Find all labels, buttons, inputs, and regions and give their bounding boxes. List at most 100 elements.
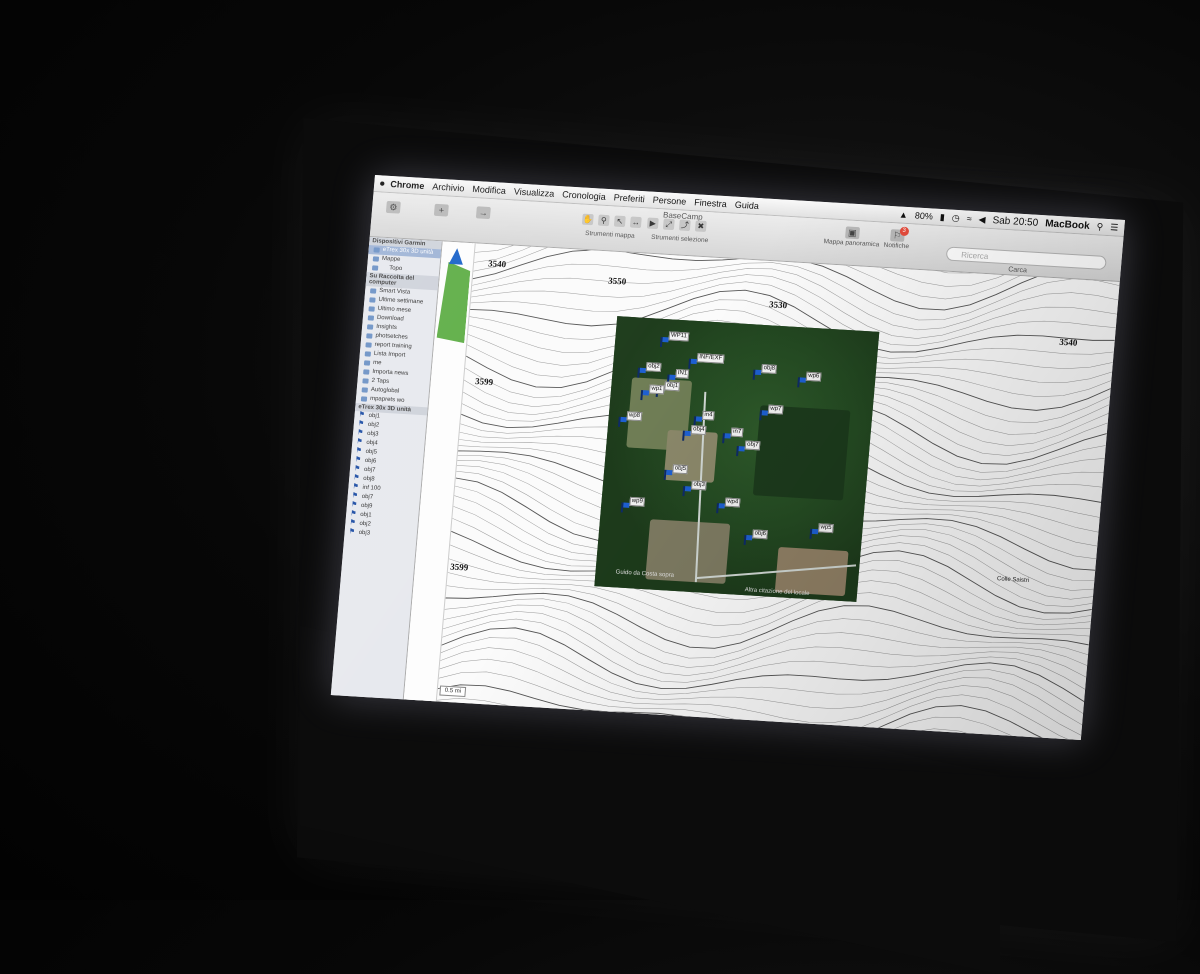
gear-icon: ⚙	[385, 200, 401, 214]
play-icon[interactable]: ▶	[646, 217, 659, 230]
flag-icon	[621, 502, 630, 512]
waypoint-label: obj2	[645, 362, 662, 373]
laptop-screen: ● Chrome Archivio Modifica Visualizza Cr…	[330, 175, 1125, 740]
flag-icon	[722, 433, 731, 443]
elevation-label: 3599	[474, 376, 494, 388]
new-item-button[interactable]: +	[433, 203, 449, 218]
library-list: Smart Vista Ultime settimane Ultimo mese Do…	[356, 286, 438, 407]
search-placeholder: Ricerca	[960, 250, 989, 262]
battery-percent[interactable]: 80%	[914, 210, 933, 221]
flag-icon	[618, 417, 627, 427]
waypoint-label: obj4	[690, 425, 707, 436]
expand-icon[interactable]: ⤢	[662, 218, 675, 231]
clock[interactable]: Sab 20:50	[992, 215, 1039, 229]
flag-icon	[688, 359, 697, 369]
elevation-label: 3540	[1058, 336, 1078, 348]
contour-line	[438, 618, 1089, 692]
flag-icon	[716, 503, 725, 513]
notifications-badge: 3	[899, 226, 909, 237]
overview-map-label: Mappa panoramica	[823, 238, 880, 249]
send-button[interactable]: →	[475, 206, 491, 220]
waypoint-label: wp4	[724, 497, 741, 508]
route-icon[interactable]: ⤴	[678, 219, 691, 232]
map-tools-group: ✋ ⚲ ↖ ↔	[581, 213, 642, 229]
flag-icon	[759, 410, 768, 420]
pointer-icon[interactable]: ↖	[613, 215, 626, 228]
notifications-button[interactable]: ⚐ 3 Notifiche	[883, 226, 910, 251]
flag-icon	[660, 337, 669, 347]
volume-icon[interactable]: ◀	[978, 214, 986, 225]
device-button[interactable]: ⚙	[385, 200, 401, 215]
waypoint-label: wp7	[767, 404, 784, 415]
forest-area	[752, 405, 851, 501]
waypoint-label: obj7	[744, 440, 761, 451]
waypoint-label: wp6	[805, 371, 822, 382]
menu-cronologia[interactable]: Cronologia	[562, 189, 606, 202]
send-icon: →	[475, 206, 491, 220]
flag-icon	[797, 377, 806, 387]
waypoint-label: obj5	[672, 464, 689, 475]
flag-icon	[809, 529, 818, 539]
elevation-label: 3540	[487, 258, 507, 270]
time-machine-icon[interactable]: ◷	[951, 212, 960, 223]
waypoint-label: in7	[730, 427, 744, 438]
overview-green-area	[436, 262, 471, 344]
search-caption: Carca	[1007, 266, 1028, 275]
waypoint-label: WP11	[668, 331, 690, 342]
measure-icon[interactable]: ↔	[629, 216, 642, 229]
menu-visualizza[interactable]: Visualizza	[513, 186, 554, 198]
menu-app-name[interactable]: Chrome	[390, 179, 425, 191]
drive-icon[interactable]: ▲	[899, 209, 909, 220]
waypoint-label: wp5	[818, 523, 834, 534]
selection-tools-group: ▶ ⤢ ⤴ ✖	[646, 217, 707, 233]
flag-icon	[753, 370, 762, 380]
notifications-icon: ⚐ 3	[889, 226, 909, 242]
flag-icon	[640, 390, 649, 400]
menu-preferiti[interactable]: Preferiti	[613, 192, 645, 204]
flag-icon	[736, 446, 745, 456]
plus-icon: +	[433, 203, 449, 217]
waypoint-label: wp1	[648, 384, 665, 395]
north-arrow-icon	[448, 247, 465, 265]
waypoint-label: obj8	[761, 364, 778, 374]
zoom-icon[interactable]: ⚲	[597, 214, 610, 227]
overview-map-button[interactable]: ▣ Mappa panoramica	[823, 225, 880, 248]
flag-icon	[637, 368, 646, 378]
user-machine-name[interactable]: MacBook	[1045, 218, 1090, 232]
menu-guida[interactable]: Guida	[734, 200, 759, 211]
contour-line	[436, 637, 1087, 716]
map-tools-label: Strumenti mappa	[584, 229, 635, 240]
satellite-overlay: WP11 INF/EXF obj8 wp6 obj2 IN1 obj1 wp1 wp7 in4 wp…	[594, 316, 880, 602]
waypoint-label: obj6	[752, 529, 769, 540]
notifications-label: Notifiche	[883, 241, 910, 251]
waypoint-label: in4	[701, 410, 715, 421]
menu-persone[interactable]: Persone	[652, 195, 686, 207]
elevation-label: 3550	[607, 275, 627, 287]
waypoint-label: wp9	[629, 496, 646, 507]
contour-line	[440, 604, 1091, 668]
overview-map-icon: ▣	[844, 226, 860, 240]
menu-finestra[interactable]: Finestra	[694, 197, 727, 209]
contour-line	[439, 611, 1090, 679]
menu-archivio[interactable]: Archivio	[432, 181, 465, 193]
battery-icon[interactable]: ▮	[939, 211, 946, 222]
waypoint-label: obj1	[664, 381, 681, 392]
menu-modifica[interactable]: Modifica	[472, 184, 506, 196]
waypoint-label: IN1	[675, 368, 690, 379]
waypoint-label: INF/EXF	[696, 353, 725, 364]
elevation-label: 3530	[768, 299, 788, 311]
waypoint-list: obj1obj2obj3obj4obj5obj6obj7obj8inf 100o…	[344, 411, 427, 541]
apple-menu-icon[interactable]: ●	[374, 178, 391, 190]
map-view[interactable]: 3540 3550 3530 3540 3599 3599 Colle Sais…	[403, 241, 1120, 740]
spotlight-icon[interactable]: ⚲	[1096, 221, 1103, 232]
hand-icon[interactable]: ✋	[581, 213, 594, 226]
flag-icon	[664, 470, 673, 480]
divide-icon[interactable]: ✖	[694, 220, 707, 233]
selection-tools-label: Strumenti selezione	[650, 233, 709, 245]
wifi-icon[interactable]: ≈	[966, 214, 972, 224]
waypoint-label: wp8	[626, 411, 643, 422]
notification-center-icon[interactable]: ☰	[1110, 222, 1119, 233]
flag-icon	[682, 431, 691, 441]
map-scale: 0.5 mi	[439, 685, 467, 698]
flag-icon	[744, 535, 753, 545]
